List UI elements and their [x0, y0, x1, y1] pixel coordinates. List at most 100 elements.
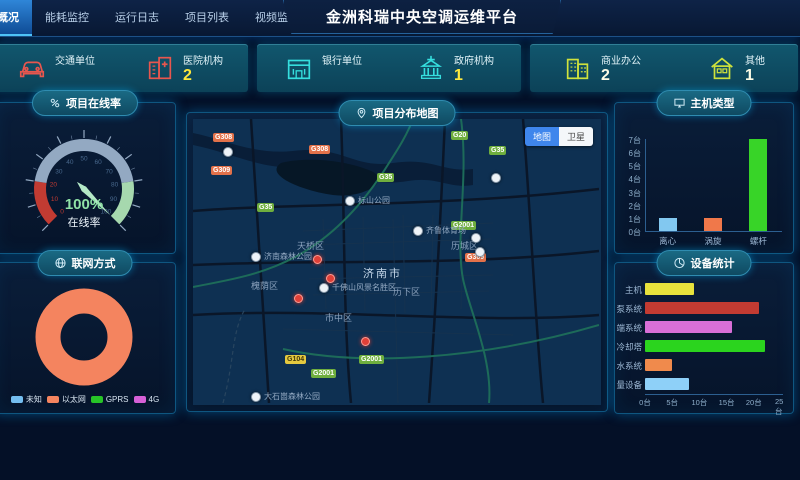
bank-icon [284, 53, 314, 83]
y-axis-tick: 5台 [615, 161, 641, 172]
svg-text:在线率: 在线率 [68, 215, 101, 229]
stat-value: 1 [745, 67, 765, 84]
legend-item[interactable]: GPRS [91, 394, 129, 405]
bar-2 [704, 218, 722, 231]
stat-label: 银行单位 [322, 52, 362, 67]
nav-tab-1[interactable]: 概况 [0, 0, 32, 36]
map-button-map[interactable]: 地图 [525, 127, 559, 146]
poi-label: 济南森林公园 [264, 251, 312, 262]
svg-text:0: 0 [60, 208, 64, 215]
road-badge: G35 [257, 203, 274, 212]
globe-icon [55, 257, 67, 269]
panel-title: 项目在线率 [66, 95, 121, 111]
x-axis-line [645, 394, 783, 395]
navbar: 概况能耗监控运行日志项目列表视频监控 金洲科瑞中央空调运维平台 [0, 0, 800, 37]
office-icon [563, 53, 593, 83]
stat-label: 政府机构 [454, 52, 494, 67]
map-button-satellite[interactable]: 卫星 [559, 127, 593, 146]
road-badge: G2001 [359, 355, 384, 364]
nav-tab-4[interactable]: 项目列表 [172, 0, 242, 36]
road-badge: G35 [377, 173, 394, 182]
x-axis-tick: 15台 [719, 397, 735, 408]
legend-label: 以太网 [62, 394, 86, 405]
map-poi-marker[interactable]: 千佛山风景名胜区 [319, 282, 396, 293]
category-label: 泵系统 [615, 303, 642, 315]
donut-legend: 未知 以太网 GPRS 4G [0, 394, 175, 405]
panel-host-type-header: 主机类型 [657, 90, 752, 116]
stat-text: 政府机构1 [454, 52, 494, 84]
category-label: 主机 [615, 284, 642, 296]
nav-tab-3[interactable]: 运行日志 [102, 0, 172, 36]
poi-circle-icon [223, 147, 233, 157]
legend-item[interactable]: 4G [134, 394, 160, 405]
category-label: 水系统 [615, 360, 642, 372]
stat-text: 银行单位 [322, 52, 362, 84]
poi-circle-icon [345, 196, 355, 206]
svg-text:60: 60 [94, 159, 102, 166]
panel-device-stats-header: 设备统计 [657, 250, 752, 276]
map-poi-marker[interactable] [491, 173, 501, 183]
poi-label: 千佛山风景名胜区 [332, 282, 396, 293]
project-marker[interactable] [313, 255, 322, 264]
project-distribution-map[interactable]: 地图卫星 G308G309G308G35G35G20G35G2001G309G1… [193, 119, 601, 405]
pie-icon [674, 257, 686, 269]
stat-value [55, 67, 95, 84]
page-title: 金洲科瑞中央空调运维平台 [283, 0, 561, 34]
stat-value: 1 [454, 67, 494, 84]
stat-text: 交通单位 [55, 52, 95, 84]
poi-label: 大石崮森林公园 [264, 391, 320, 402]
map-pin-icon [356, 107, 368, 119]
road-badge: G20 [451, 131, 468, 140]
road-badge: G104 [285, 355, 306, 364]
hbar-3 [645, 321, 732, 333]
poi-label: 齐鲁体育场 [426, 225, 466, 236]
legend-swatch [134, 396, 146, 403]
map-poi-marker[interactable]: 齐鲁体育场 [413, 225, 466, 236]
category-label: 端系统 [615, 322, 642, 334]
hbar-1 [645, 283, 694, 295]
bar-1 [659, 218, 677, 231]
legend-swatch [47, 396, 59, 403]
svg-text:20: 20 [50, 182, 58, 189]
stat-cards-row: 交通单位医院机构2银行单位政府机构1商业办公2其他1 [0, 44, 798, 92]
hbar-4 [645, 340, 765, 352]
gauge-chart: 0102030405060708090100100%在线率 [0, 125, 168, 243]
map-poi-marker[interactable] [471, 233, 481, 243]
map-poi-marker[interactable]: 济南森林公园 [251, 251, 312, 262]
x-axis-label: 涡旋 [690, 235, 735, 247]
y-axis-tick: 4台 [615, 174, 641, 185]
legend-label: 未知 [26, 394, 42, 405]
bar-3 [749, 139, 767, 231]
road-badge: G2001 [311, 369, 336, 378]
y-axis-tick: 2台 [615, 201, 641, 212]
poi-circle-icon [491, 173, 501, 183]
map-poi-marker[interactable]: 标山公园 [345, 195, 390, 206]
poi-circle-icon [475, 247, 485, 257]
map-poi-marker[interactable] [223, 147, 233, 157]
stat-text: 商业办公2 [601, 52, 641, 84]
poi-circle-icon [413, 226, 423, 236]
stat-value: 2 [183, 67, 223, 84]
panel-title: 项目分布地图 [373, 105, 439, 121]
svg-text:40: 40 [66, 159, 74, 166]
project-marker[interactable] [326, 274, 335, 283]
map-district-label: 市中区 [325, 311, 352, 324]
panel-title: 联网方式 [72, 255, 116, 271]
y-axis-tick: 7台 [615, 135, 641, 146]
map-poi-marker[interactable]: 大石崮森林公园 [251, 391, 320, 402]
stat-text: 其他1 [745, 52, 765, 84]
stat-card: 银行单位 政府机构1 [257, 44, 521, 92]
legend-swatch [91, 396, 103, 403]
panel-online-rate-header: 项目在线率 [32, 90, 138, 116]
project-marker[interactable] [294, 294, 303, 303]
nav-tab-2[interactable]: 能耗监控 [32, 0, 102, 36]
stat-card: 交通单位 医院机构2 [0, 44, 248, 92]
dashboard: 概况能耗监控运行日志项目列表视频监控 金洲科瑞中央空调运维平台 交通单位 医院机构… [0, 0, 800, 480]
map-poi-marker[interactable] [475, 247, 485, 257]
y-axis-tick: 3台 [615, 188, 641, 199]
stat-text: 医院机构2 [183, 52, 223, 84]
legend-item[interactable]: 以太网 [47, 394, 86, 405]
stat-label: 医院机构 [183, 52, 223, 67]
project-marker[interactable] [361, 337, 370, 346]
legend-item[interactable]: 未知 [11, 394, 42, 405]
